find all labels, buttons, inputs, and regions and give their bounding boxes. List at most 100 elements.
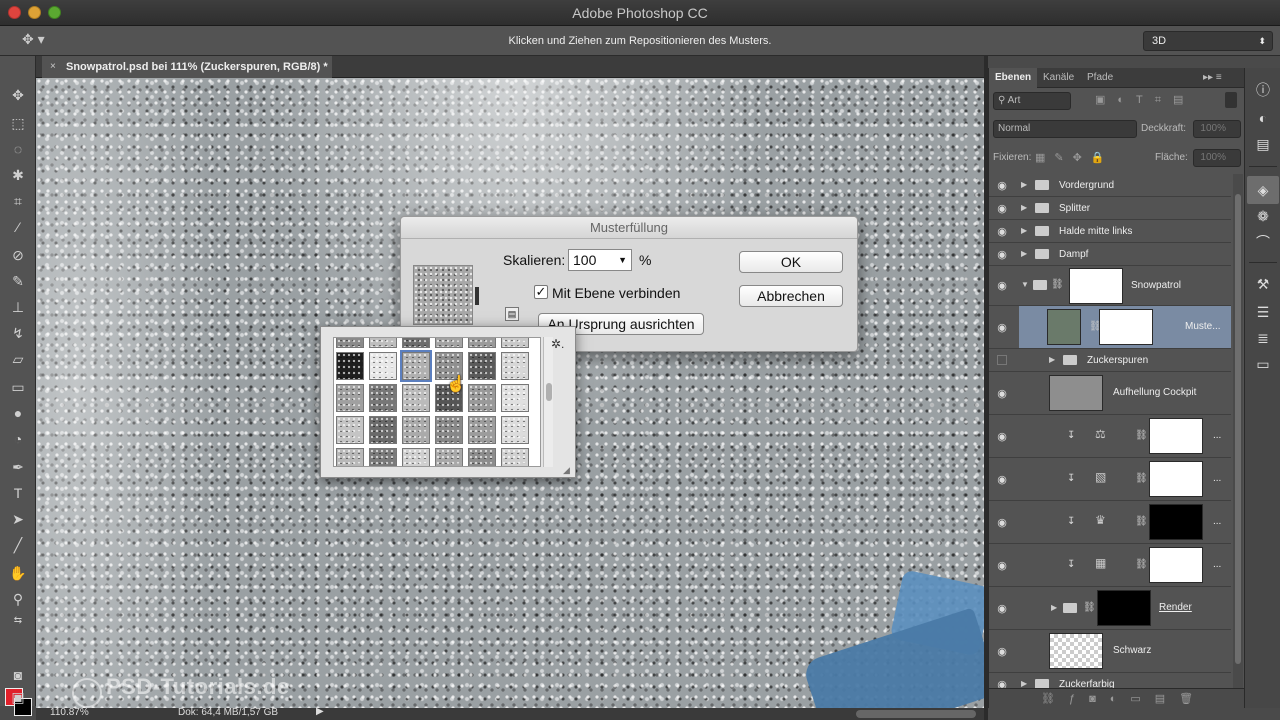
type-icon[interactable]: T (6, 482, 30, 504)
clone-stamp-icon[interactable]: ⊥ (6, 296, 30, 318)
pattern-swatch[interactable] (501, 384, 529, 412)
eye-icon[interactable]: ◉ (995, 279, 1009, 292)
filter-toggle[interactable] (1225, 92, 1237, 108)
scale-input[interactable]: 100 ▼ (568, 249, 632, 271)
chevron-right-icon[interactable]: ▶ (1021, 180, 1027, 189)
pattern-swatch[interactable] (501, 352, 529, 380)
layer-mask-thumbnail[interactable] (1149, 547, 1203, 583)
pattern-picker-scrollbar[interactable] (543, 337, 553, 467)
paths-icon[interactable]: ⌒ (1253, 232, 1273, 252)
lasso-icon[interactable]: ◌ (6, 138, 30, 160)
eye-icon[interactable]: ◉ (995, 430, 1009, 443)
path-selection-icon[interactable]: ➤ (6, 508, 30, 530)
chevron-right-icon[interactable]: ▶ (1051, 603, 1057, 612)
visibility-off-box[interactable] (997, 355, 1007, 365)
pattern-swatch[interactable] (468, 384, 496, 412)
layer-row[interactable]: ◉ ▼ ⛓ Snowpatrol (989, 266, 1231, 306)
layer-mask-thumbnail[interactable] (1097, 590, 1151, 626)
pattern-swatch[interactable] (501, 416, 529, 444)
eyedropper-icon[interactable]: ⁄ (6, 216, 30, 238)
pattern-swatch[interactable] (468, 338, 496, 348)
pattern-swatch[interactable] (369, 352, 397, 380)
scrollbar-thumb[interactable] (1235, 194, 1241, 664)
layer-thumbnail[interactable] (1049, 375, 1103, 411)
chevron-right-icon[interactable]: ▶ (1021, 249, 1027, 258)
layer-row[interactable]: ◉ ▶ Splitter (989, 197, 1231, 220)
layer-row[interactable]: ◉ Schwarz (989, 630, 1231, 673)
eye-icon[interactable]: ◉ (995, 179, 1009, 192)
ok-button[interactable]: OK (739, 251, 843, 273)
pattern-picker-toggle[interactable] (475, 287, 479, 305)
layer-filter-select[interactable]: ⚲ Art (993, 92, 1071, 110)
eye-icon[interactable]: ◉ (995, 248, 1009, 261)
hand-icon[interactable]: ✋ (6, 562, 30, 584)
pattern-swatch[interactable] (468, 352, 496, 380)
layer-row[interactable]: ◉ ↧ ▧ ⛓ ... (989, 458, 1231, 501)
move-tool-icon[interactable]: ✥ ▾ (22, 31, 48, 51)
layer-visibility-cell[interactable]: ◉ (989, 306, 1019, 349)
zoom-icon[interactable]: ⚲ (6, 588, 30, 610)
new-preset-icon[interactable]: ▤ (505, 307, 519, 321)
eye-icon[interactable]: ◉ (995, 678, 1009, 688)
scrollbar-thumb[interactable] (546, 383, 552, 401)
tab-channels[interactable]: Kanäle (1037, 68, 1080, 88)
crop-icon[interactable]: ⌗ (6, 190, 30, 212)
chevron-right-icon[interactable]: ▶ (1021, 203, 1027, 212)
pattern-swatch[interactable] (468, 416, 496, 444)
layer-row[interactable]: ◉ ▶ Zuckerfarbig (989, 673, 1231, 688)
horizontal-scrollbar[interactable] (856, 710, 976, 718)
adjustments-icon[interactable]: ☰ (1253, 302, 1273, 322)
pattern-swatch[interactable] (336, 448, 364, 466)
pattern-fill-thumbnail[interactable] (1047, 309, 1081, 345)
quick-mask-icon[interactable]: ◙ (6, 664, 30, 686)
pattern-swatch-selected[interactable] (400, 350, 432, 382)
layer-mask-thumbnail[interactable] (1149, 418, 1203, 454)
pattern-swatch[interactable] (402, 448, 430, 466)
pattern-swatch[interactable] (402, 338, 430, 348)
pattern-swatch[interactable] (336, 338, 364, 348)
opacity-input[interactable]: 100% (1193, 120, 1241, 138)
screen-mode-icon[interactable]: ▣ (6, 686, 30, 708)
blend-mode-select[interactable]: Normal (993, 120, 1137, 138)
gear-icon[interactable]: ✲. (551, 337, 564, 351)
document-tab[interactable]: Snowpatrol.psd bei 111% (Zuckerspuren, R… (42, 56, 332, 78)
status-menu-icon[interactable]: ▶ (316, 706, 324, 717)
layer-row[interactable]: ◉ ↧ ▦ ⛓ ... (989, 544, 1231, 587)
pattern-swatch[interactable] (369, 384, 397, 412)
channels-icon[interactable]: ❁ (1253, 206, 1273, 226)
pattern-swatch[interactable] (435, 448, 463, 466)
pattern-swatch[interactable] (336, 416, 364, 444)
eye-icon[interactable]: ◉ (995, 202, 1009, 215)
layer-row[interactable]: ◉ ↧ ⚖ ⛓ ... (989, 415, 1231, 458)
layer-row-selected[interactable]: ⛓ Muste... (1019, 306, 1231, 349)
eye-icon[interactable]: ◉ (995, 516, 1009, 529)
pattern-swatch[interactable] (336, 384, 364, 412)
chevron-right-icon[interactable]: ▶ (1049, 355, 1055, 364)
cancel-button[interactable]: Abbrechen (739, 285, 843, 307)
layers-icon[interactable]: ◈ (1253, 180, 1273, 200)
styles-icon[interactable]: ▭ (1253, 354, 1273, 374)
layer-mask-thumbnail[interactable] (1149, 461, 1203, 497)
link-with-layer-checkbox[interactable]: ✓ (534, 285, 548, 299)
workspace-select[interactable]: 3D ⬍ (1143, 31, 1273, 51)
eraser-icon[interactable]: ▱ (6, 348, 30, 370)
layer-row[interactable]: ▶ Zuckerspuren (989, 349, 1231, 372)
chevron-down-icon[interactable]: ▼ (1021, 280, 1029, 289)
pattern-swatch[interactable] (369, 416, 397, 444)
fill-input[interactable]: 100% (1193, 149, 1241, 167)
layer-mask-thumbnail[interactable] (1149, 504, 1203, 540)
eye-icon[interactable]: ◉ (995, 225, 1009, 238)
pattern-preview[interactable] (413, 265, 473, 325)
pattern-swatch[interactable] (402, 384, 430, 412)
layer-row[interactable]: ◉ ▶ Dampf (989, 243, 1231, 266)
resize-grip-icon[interactable]: ◢ (563, 465, 570, 476)
dodge-icon[interactable]: ◔ (6, 428, 30, 450)
properties-icon[interactable]: ≣ (1253, 328, 1273, 348)
tab-layers[interactable]: Ebenen (989, 68, 1038, 88)
marquee-icon[interactable]: ⬚ (6, 112, 30, 134)
brush-presets-icon[interactable]: ⚒ (1253, 274, 1273, 294)
layer-row[interactable]: ◉ ↧ ♛ ⛓ ... (989, 501, 1231, 544)
layer-row[interactable]: ◉ ▶ Vordergrund (989, 174, 1231, 197)
close-icon[interactable]: × (50, 56, 56, 78)
history-brush-icon[interactable]: ↯ (6, 322, 30, 344)
